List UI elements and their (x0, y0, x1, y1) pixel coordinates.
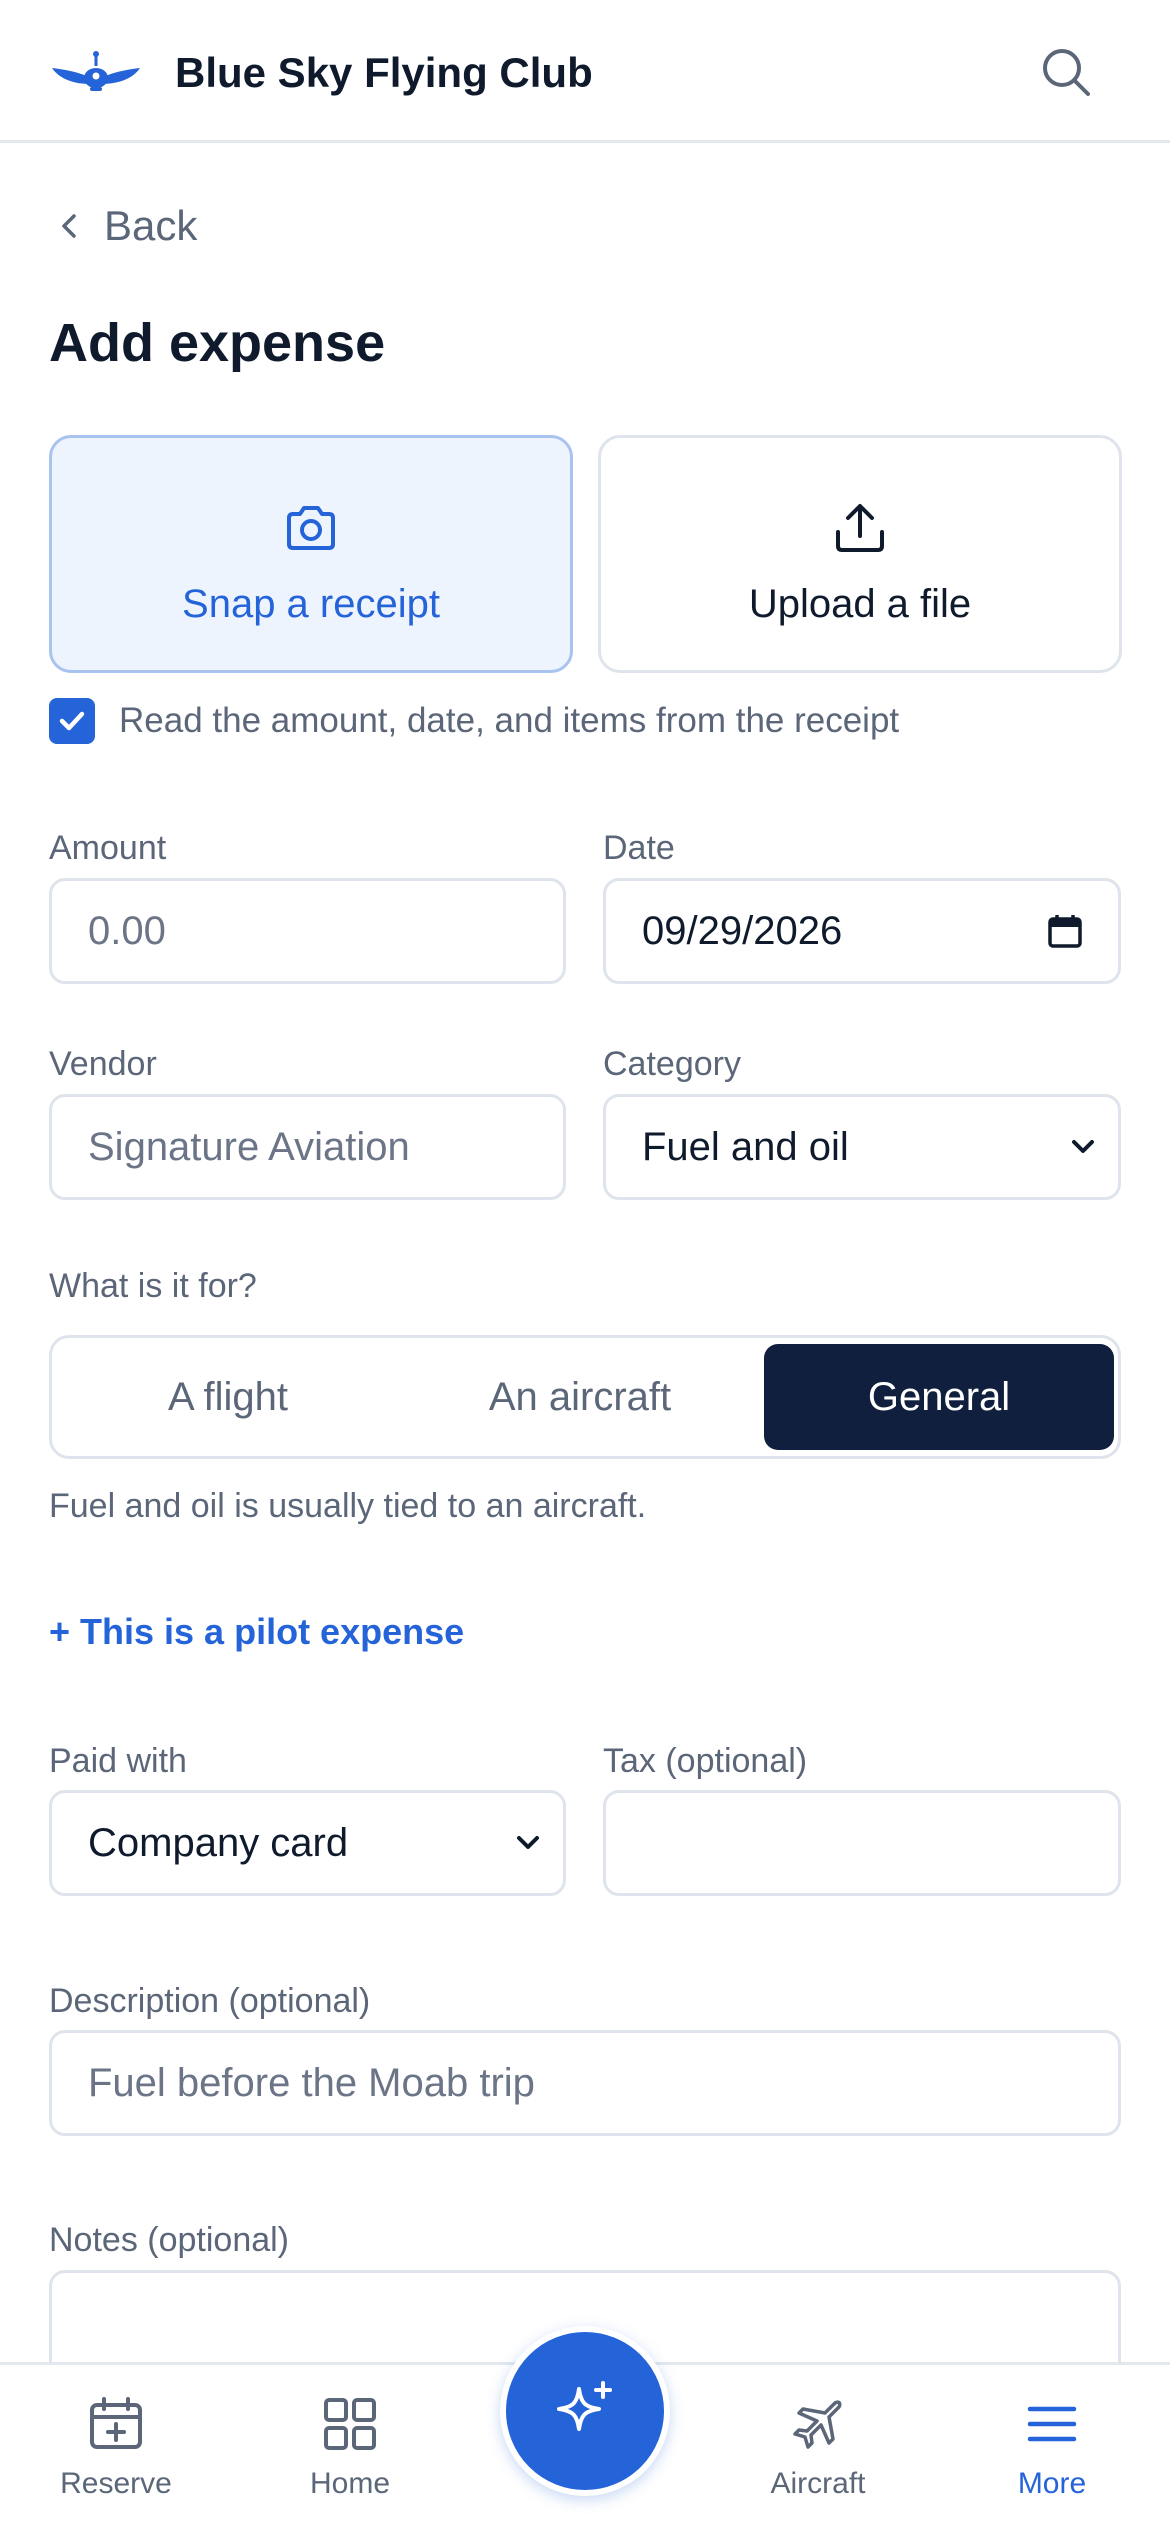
grid-icon (324, 2398, 376, 2450)
paid-with-label: Paid with (49, 1742, 187, 1780)
upload-file-button[interactable]: Upload a file (598, 435, 1122, 673)
ai-assistant-button[interactable] (500, 2326, 670, 2496)
camera-icon (287, 506, 335, 550)
app-title: Blue Sky Flying Club (175, 49, 593, 96)
purpose-segmented-control: A flight An aircraft General (49, 1335, 1121, 1459)
tab-more[interactable]: More (952, 2395, 1152, 2501)
auto-read-checkbox[interactable] (49, 698, 95, 744)
upload-file-label: Upload a file (748, 582, 972, 626)
amount-label: Amount (49, 829, 167, 867)
category-value: Fuel and oil (642, 1124, 849, 1169)
calendar-icon[interactable] (1046, 912, 1084, 950)
purpose-hint: Fuel and oil is usually tied to an aircr… (49, 1487, 647, 1525)
description-label: Description (optional) (49, 1982, 371, 2020)
tab-more-label: More (1017, 2467, 1087, 2500)
back-label: Back (104, 202, 198, 249)
auto-read-row: Read the amount, date, and items from th… (49, 698, 899, 744)
paid-with-select[interactable]: Company card (49, 1790, 566, 1896)
tax-input[interactable] (603, 1790, 1121, 1896)
search-icon[interactable] (1038, 44, 1094, 100)
page-title: Add expense (49, 313, 386, 373)
purpose-option-flight[interactable]: A flight (58, 1344, 398, 1450)
category-label: Category (603, 1045, 741, 1083)
chevron-down-icon (517, 1836, 539, 1849)
tab-home[interactable]: Home (250, 2395, 450, 2501)
snap-receipt-button[interactable]: Snap a receipt (49, 435, 573, 673)
auto-read-label: Read the amount, date, and items from th… (119, 701, 900, 740)
pilot-expense-link[interactable]: + This is a pilot expense (49, 1611, 464, 1653)
back-button[interactable]: Back (50, 198, 197, 254)
purpose-option-general[interactable]: General (764, 1344, 1114, 1450)
paid-with-value: Company card (88, 1820, 349, 1865)
amount-placeholder: 0.00 (88, 908, 166, 953)
tab-aircraft[interactable]: Aircraft (718, 2395, 918, 2501)
calendar-plus-icon (90, 2397, 142, 2449)
tab-home-label: Home (309, 2467, 391, 2500)
notes-label: Notes (optional) (49, 2221, 290, 2259)
tab-reserve-label: Reserve (60, 2467, 172, 2500)
category-select[interactable]: Fuel and oil (603, 1094, 1121, 1200)
upload-icon (836, 504, 884, 552)
vendor-placeholder: Signature Aviation (88, 1124, 410, 1169)
date-input[interactable]: 09/29/2026 (603, 878, 1121, 984)
tab-aircraft-label: Aircraft (770, 2467, 866, 2500)
date-label: Date (603, 829, 675, 867)
purpose-label: What is it for? (49, 1267, 257, 1305)
tax-label: Tax (optional) (603, 1742, 808, 1780)
plane-wings-logo (52, 51, 140, 91)
vendor-label: Vendor (49, 1045, 157, 1083)
description-input[interactable]: Fuel before the Moab trip (49, 2030, 1121, 2136)
sparkle-icon (557, 2381, 612, 2431)
airplane-icon (793, 2400, 842, 2449)
tab-reserve[interactable]: Reserve (16, 2395, 216, 2501)
snap-receipt-label: Snap a receipt (182, 582, 440, 626)
checkmark-icon (59, 711, 85, 731)
purpose-option-aircraft[interactable]: An aircraft (410, 1344, 750, 1450)
menu-icon (1027, 2406, 1077, 2442)
app-header: Blue Sky Flying Club (0, 0, 1170, 143)
date-value: 09/29/2026 (642, 908, 843, 953)
description-placeholder: Fuel before the Moab trip (88, 2060, 535, 2105)
vendor-input[interactable]: Signature Aviation (49, 1094, 566, 1200)
chevron-left-icon (62, 214, 76, 238)
chevron-down-icon (1072, 1140, 1094, 1153)
amount-input[interactable]: 0.00 (49, 878, 566, 984)
